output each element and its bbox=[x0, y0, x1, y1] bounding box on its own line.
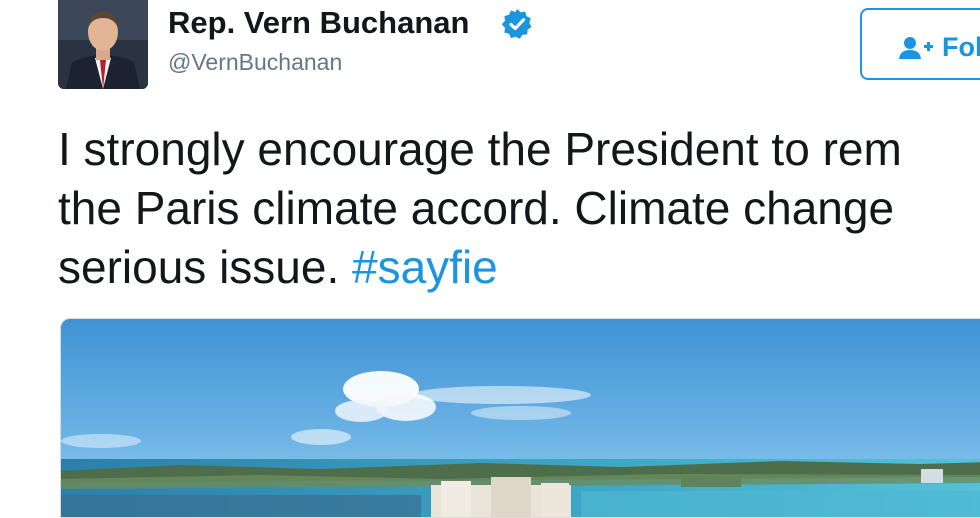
author-handle[interactable]: @VernBuchanan bbox=[168, 47, 342, 77]
avatar[interactable] bbox=[58, 0, 148, 89]
verified-badge-icon bbox=[501, 9, 532, 39]
hashtag-link[interactable]: #sayfie bbox=[352, 241, 498, 293]
follow-button-label: Fol bbox=[942, 32, 980, 62]
tweet-text-line-3-body: serious issue. bbox=[58, 241, 353, 293]
follow-button[interactable]: Fol bbox=[860, 8, 980, 80]
tweet-text-line-2: the Paris climate accord. Climate change bbox=[58, 182, 895, 234]
profile-photo bbox=[58, 0, 148, 89]
coastal-landscape-photo bbox=[61, 319, 980, 517]
tweet-text: I strongly encourage the President to re… bbox=[58, 120, 980, 297]
tweet-media[interactable] bbox=[60, 318, 980, 518]
author-name[interactable]: Rep. Vern Buchanan bbox=[168, 4, 469, 42]
tweet-text-line-1: I strongly encourage the President to re… bbox=[58, 123, 902, 175]
add-user-icon bbox=[899, 37, 933, 59]
tweet-text-line-3: serious issue. #sayfie bbox=[58, 238, 980, 297]
